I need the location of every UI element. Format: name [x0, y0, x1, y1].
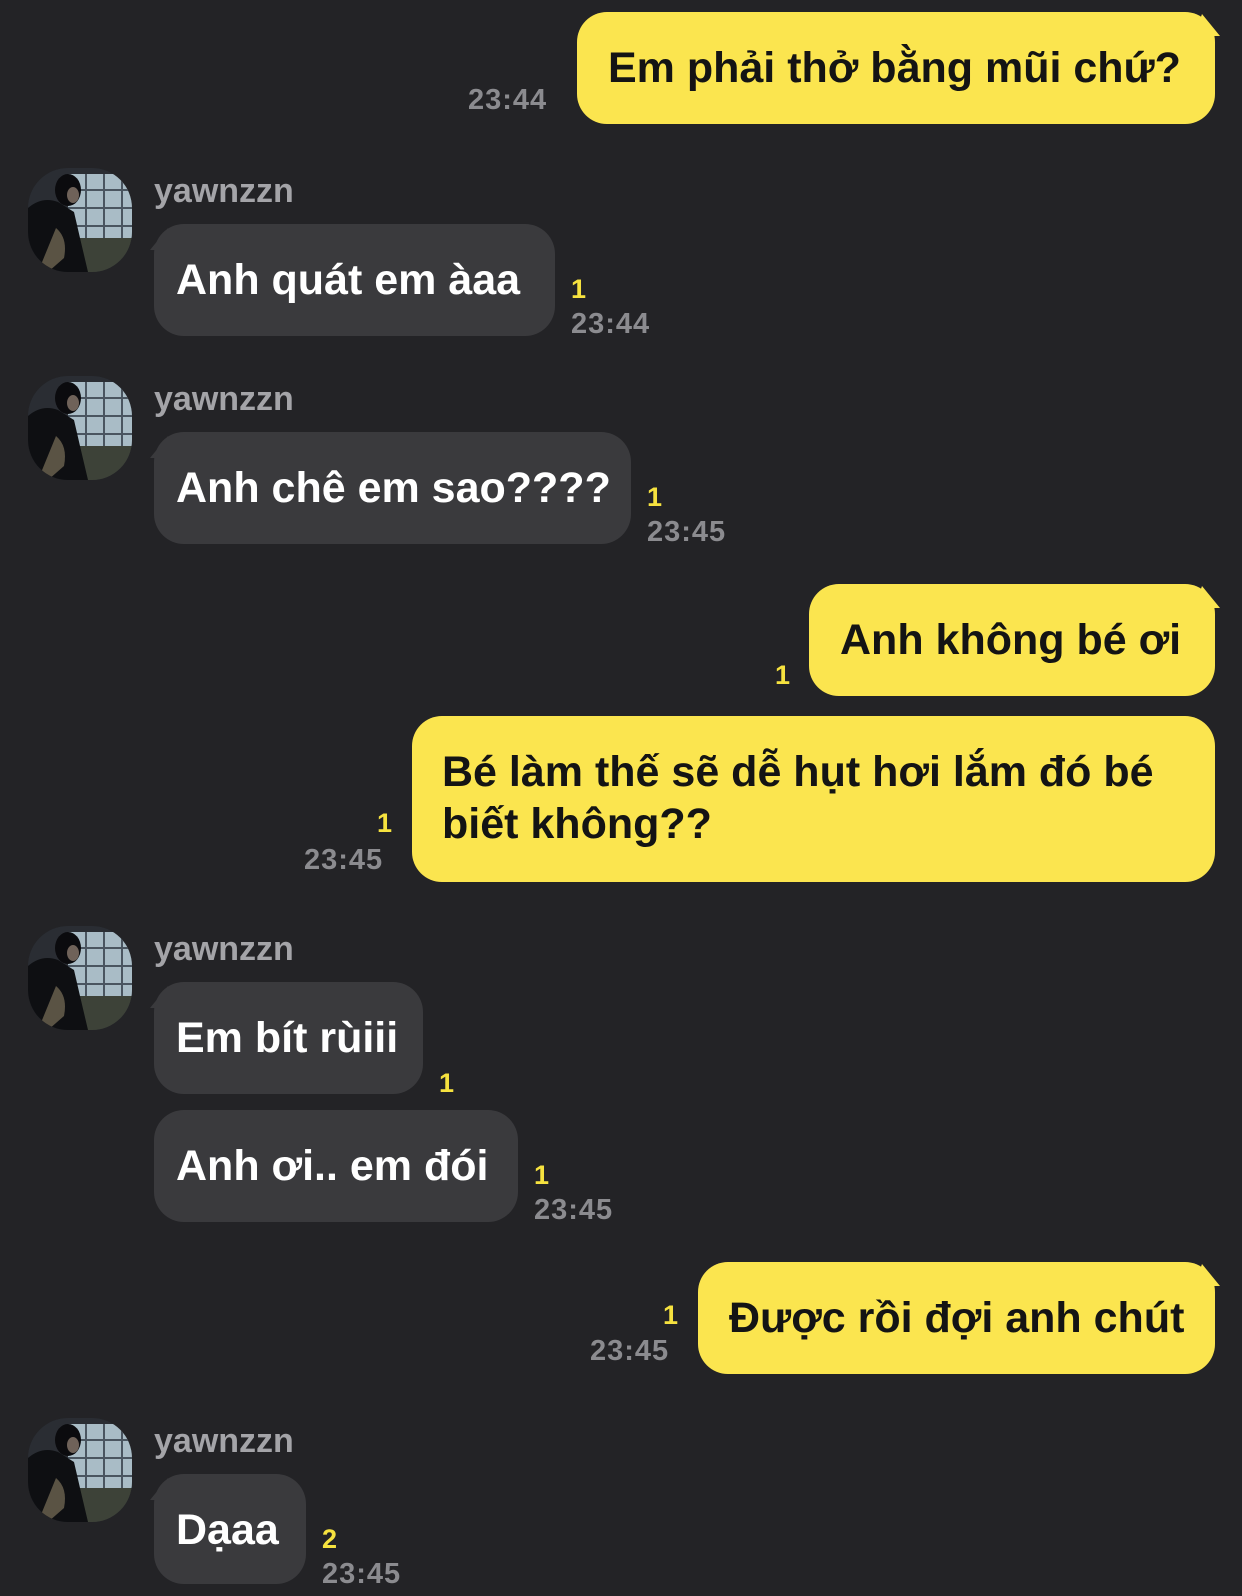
avatar-photo-icon [28, 168, 132, 272]
unread-count: 1 [377, 808, 393, 838]
message-text: Được rồi đợi anh chút [729, 1294, 1185, 1342]
avatar-photo-icon [28, 1418, 132, 1522]
message-timestamp: 23:45 [534, 1194, 614, 1226]
unread-count: 1 [663, 1300, 679, 1330]
message-bubble-incoming[interactable]: Anh quát em àaa [154, 224, 555, 336]
unread-count: 1 [439, 1068, 455, 1098]
sender-name: yawnzzn [154, 172, 294, 210]
unread-count: 1 [571, 274, 587, 304]
unread-count: 1 [534, 1160, 550, 1190]
contact-avatar[interactable] [28, 926, 132, 1030]
message-text: Anh quát em àaa [176, 256, 521, 304]
unread-count: 1 [647, 482, 663, 512]
contact-avatar[interactable] [28, 168, 132, 272]
message-text: Dạaa [176, 1506, 279, 1554]
sender-name: yawnzzn [154, 930, 294, 968]
avatar-photo-icon [28, 376, 132, 480]
message-text: Em phải thở bằng mũi chứ? [608, 44, 1181, 92]
message-bubble-incoming[interactable]: Anh chê em sao???? [154, 432, 631, 544]
message-timestamp: 23:45 [322, 1558, 402, 1590]
message-text: Bé làm thế sẽ dễ hụt hơi lắm đó bé biết … [442, 748, 1154, 848]
message-timestamp: 23:44 [571, 308, 651, 340]
message-text: Anh ơi.. em đói [176, 1142, 489, 1190]
message-timestamp: 23:45 [647, 516, 727, 548]
contact-avatar[interactable] [28, 376, 132, 480]
message-bubble-outgoing[interactable]: Được rồi đợi anh chút [698, 1262, 1215, 1374]
contact-avatar[interactable] [28, 1418, 132, 1522]
message-timestamp: 23:45 [304, 844, 384, 876]
message-bubble-outgoing[interactable]: Anh không bé ơi [809, 584, 1215, 696]
message-text: Anh chê em sao???? [176, 464, 611, 512]
unread-count: 1 [775, 660, 791, 690]
sender-name: yawnzzn [154, 380, 294, 418]
message-text: Anh không bé ơi [840, 616, 1182, 664]
message-timestamp: 23:44 [468, 84, 548, 116]
message-bubble-outgoing[interactable]: Bé làm thế sẽ dễ hụt hơi lắm đó bé biết … [412, 716, 1215, 882]
avatar-photo-icon [28, 926, 132, 1030]
message-bubble-outgoing[interactable]: Em phải thở bằng mũi chứ? [577, 12, 1215, 124]
unread-count: 2 [322, 1524, 338, 1554]
sender-name: yawnzzn [154, 1422, 294, 1460]
message-bubble-incoming[interactable]: Em bít rùiii [154, 982, 423, 1094]
message-bubble-incoming[interactable]: Anh ơi.. em đói [154, 1110, 518, 1222]
message-timestamp: 23:45 [590, 1335, 670, 1367]
message-text: Em bít rùiii [176, 1014, 399, 1062]
message-bubble-incoming[interactable]: Dạaa [154, 1474, 306, 1584]
